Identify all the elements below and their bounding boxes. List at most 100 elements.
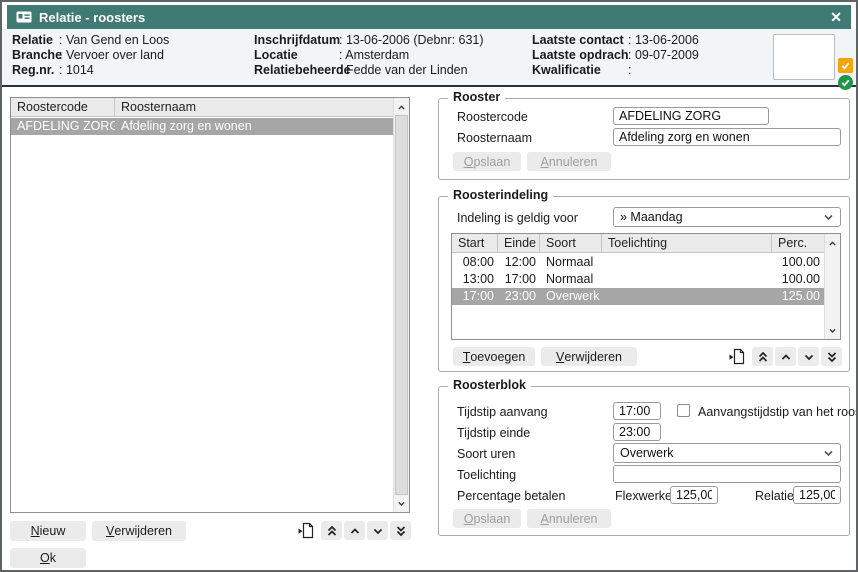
add-indeling-button[interactable]: Toevoegen [453,347,535,366]
column-header-roosternaam[interactable]: Roosternaam [115,98,393,116]
tijdstip-einde-input[interactable] [613,423,661,441]
field-label: Branche [12,48,62,62]
valid-for-label: Indeling is geldig voor [457,211,578,225]
tijdstip-einde-label: Tijdstip einde [457,426,530,440]
roostercode-label: Roostercode [457,110,528,124]
chevron-up-icon [349,525,361,537]
new-button[interactable]: Nieuw [10,521,86,541]
scroll-down-icon[interactable] [825,322,840,338]
move-down-button[interactable] [798,347,819,366]
column-header-roostercode[interactable]: Roostercode [11,98,115,116]
save-rooster-button[interactable]: Opslaan [453,152,521,171]
einde-cell: 17:00 [498,271,540,288]
field-value: : 1014 [59,63,94,77]
column-header-perc[interactable]: Perc. [772,234,824,252]
indeling-table-header: Start Einde Soort Toelichting Perc. [452,234,824,253]
chevron-down-icon [823,212,834,223]
rooster-group: Rooster Roostercode Roosternaam Opslaan … [438,98,850,180]
close-icon[interactable]: ✕ [830,10,842,24]
move-first-button[interactable] [321,521,342,540]
column-header-soort[interactable]: Soort [540,234,602,252]
soort-uren-label: Soort uren [457,447,515,461]
soort-uren-select[interactable]: Overwerk [613,443,841,463]
cancel-rooster-button[interactable]: Annuleren [527,152,611,171]
indeling-table: Start Einde Soort Toelichting Perc. 08:0… [451,233,841,340]
field-value: : [628,63,631,77]
indeling-row[interactable]: 08:00 12:00 Normaal 100.00 [452,254,824,271]
field-label: Kwalificatie [532,63,601,77]
delete-indeling-button[interactable]: Verwijderen [541,347,637,366]
flexwerker-label: Flexwerker [615,489,676,503]
roster-list-toolbar [296,521,411,540]
roster-code-cell: AFDELING ZORG [11,118,115,135]
double-chevron-down-icon [826,351,838,363]
column-header-toelichting[interactable]: Toelichting [602,234,772,252]
roster-list-row[interactable]: AFDELING ZORG Afdeling zorg en wonen [11,118,393,135]
roostercode-input[interactable] [613,107,769,125]
toelichting-input[interactable] [613,465,841,483]
scroll-up-icon[interactable] [825,235,840,251]
field-label: Relatie [12,33,53,47]
contact-card-icon [16,11,32,23]
scroll-down-icon[interactable] [394,495,409,511]
indeling-table-scrollbar [824,234,840,339]
soort-cell: Normaal [540,271,602,288]
toelichting-label: Toelichting [457,468,516,482]
column-header-einde[interactable]: Einde [498,234,540,252]
move-down-button[interactable] [367,521,388,540]
toelichting-cell [602,271,772,288]
column-header-start[interactable]: Start [452,234,498,252]
delete-roster-button[interactable]: Verwijderen [92,521,186,541]
move-up-button[interactable] [344,521,365,540]
roosterindeling-group: Roosterindeling Indeling is geldig voor … [438,196,850,372]
valid-for-value: » Maandag [620,210,683,224]
save-roosterblok-button[interactable]: Opslaan [453,509,521,528]
scroll-up-icon[interactable] [394,99,409,115]
titlebar: Relatie - roosters ✕ [7,5,851,29]
green-check-icon[interactable] [838,75,853,90]
relation-info-header: Relatie : Van Gend en Loos Branche : Ver… [2,29,856,87]
start-cell: 17:00 [452,288,498,305]
soort-cell: Normaal [540,254,602,271]
valid-for-select[interactable]: » Maandag [613,207,841,227]
new-record-icon[interactable] [727,347,747,366]
aanvangstijdstip-checkbox-label: Aanvangstijdstip van het rooster [698,405,858,419]
flexwerker-percentage-input[interactable] [670,486,718,504]
indeling-row[interactable]: 17:00 23:00 Overwerk 125.00 [452,288,824,305]
field-value: : Vervoer over land [59,48,164,62]
aanvangstijdstip-checkbox[interactable] [677,404,690,417]
chevron-down-icon [823,448,834,459]
field-label: Laatste contact [532,33,624,47]
relatie-label: Relatie [755,489,794,503]
window-title: Relatie - roosters [39,10,145,25]
field-label: Inschrijfdatum [254,33,340,47]
toelichting-cell [602,288,772,305]
double-chevron-down-icon [395,525,407,537]
roosternaam-label: Roosternaam [457,131,532,145]
field-value: : 13-06-2006 (Debnr: 631) [339,33,484,47]
field-label: Relatiebeheerde [254,63,351,77]
start-cell: 08:00 [452,254,498,271]
move-last-button[interactable] [390,521,411,540]
double-chevron-up-icon [757,351,769,363]
soort-cell: Overwerk [540,288,602,305]
chevron-down-icon [372,525,384,537]
ok-button[interactable]: Ok [10,548,86,568]
indeling-row[interactable]: 13:00 17:00 Normaal 100.00 [452,271,824,288]
move-last-button[interactable] [821,347,842,366]
move-first-button[interactable] [752,347,773,366]
move-up-button[interactable] [775,347,796,366]
scrollbar-thumb[interactable] [395,115,408,495]
roosternaam-input[interactable] [613,128,841,146]
roosterblok-group: Roosterblok Tijdstip aanvang Aanvangstij… [438,386,850,536]
percentage-betalen-label: Percentage betalen [457,489,565,503]
field-label: Laatste opdrach [532,48,629,62]
new-record-icon[interactable] [296,521,316,540]
relatie-percentage-input[interactable] [793,486,841,504]
group-title: Roosterindeling [448,188,553,202]
field-value: : 09-07-2009 [628,48,699,62]
tijdstip-aanvang-input[interactable] [613,402,661,420]
perc-cell: 100.00 [772,271,824,288]
orange-check-icon[interactable] [838,58,853,73]
cancel-roosterblok-button[interactable]: Annuleren [527,509,611,528]
